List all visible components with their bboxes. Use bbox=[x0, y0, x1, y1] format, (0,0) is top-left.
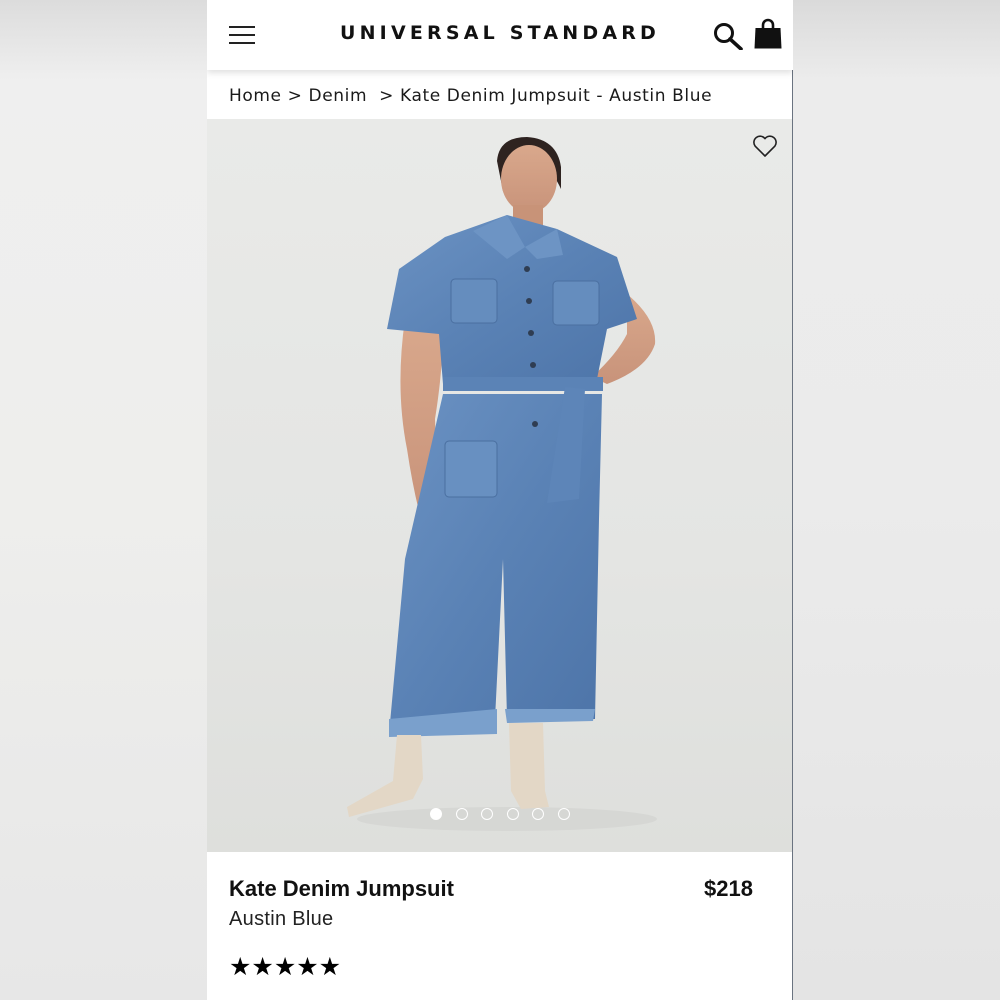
background-left bbox=[0, 0, 207, 1000]
breadcrumb-separator: > bbox=[287, 86, 303, 106]
carousel-dot[interactable] bbox=[430, 808, 443, 820]
product-color: Austin Blue bbox=[229, 908, 334, 930]
site-header: UNIVERSAL STANDARD bbox=[207, 0, 793, 70]
product-photo bbox=[347, 137, 657, 831]
shopping-bag-icon[interactable] bbox=[754, 18, 782, 50]
carousel-pagination bbox=[207, 808, 793, 820]
background-right bbox=[793, 0, 1000, 1000]
carousel-dot[interactable] bbox=[557, 808, 570, 820]
brand-logo[interactable]: UNIVERSAL STANDARD bbox=[207, 22, 793, 44]
carousel-dot[interactable] bbox=[532, 808, 545, 820]
rating-stars[interactable]: ★★★★★ bbox=[229, 952, 341, 981]
breadcrumb-current: Kate Denim Jumpsuit - Austin Blue bbox=[400, 86, 713, 106]
product-price: $218 bbox=[704, 876, 753, 901]
breadcrumb-separator: > bbox=[379, 86, 394, 106]
carousel-dot[interactable] bbox=[481, 808, 494, 820]
search-icon[interactable] bbox=[713, 22, 743, 50]
phone-edge bbox=[792, 0, 793, 1000]
heart-outline-icon[interactable] bbox=[752, 134, 778, 158]
phone-screen: UNIVERSAL STANDARD Home > Denim > Kate D… bbox=[207, 0, 793, 1000]
carousel-dot[interactable] bbox=[455, 808, 468, 820]
breadcrumb-home[interactable]: Home bbox=[229, 86, 282, 106]
carousel-dot[interactable] bbox=[506, 808, 519, 820]
product-image-carousel[interactable] bbox=[207, 119, 793, 852]
product-name: Kate Denim Jumpsuit bbox=[229, 876, 454, 901]
breadcrumb: Home > Denim > Kate Denim Jumpsuit - Aus… bbox=[229, 86, 712, 106]
breadcrumb-denim[interactable]: Denim bbox=[309, 86, 368, 106]
